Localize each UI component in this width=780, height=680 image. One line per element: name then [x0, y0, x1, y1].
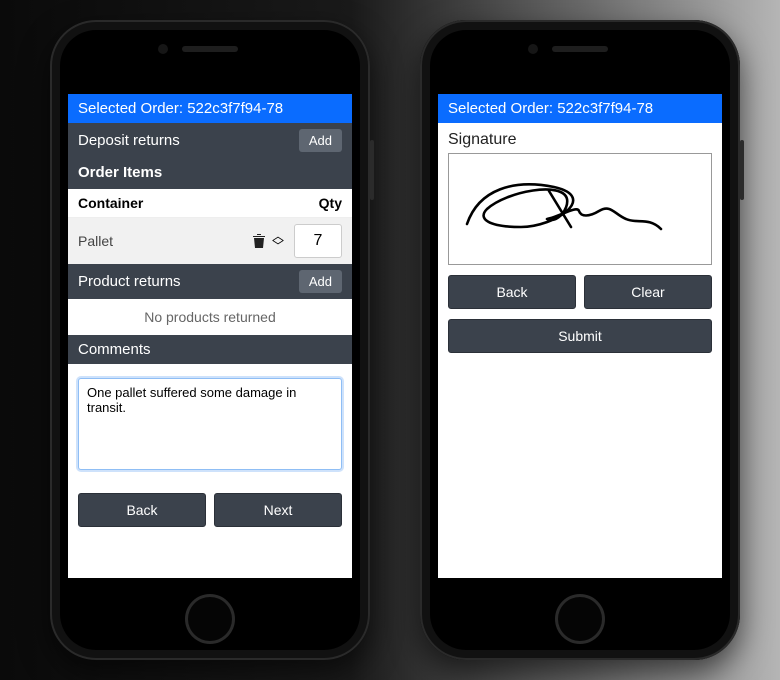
- back-button[interactable]: Back: [448, 275, 576, 309]
- product-returns-empty: No products returned: [68, 299, 352, 335]
- section-product-returns: Product returns Add: [68, 264, 352, 299]
- screen-left: Selected Order: 522c3f7f94-78 Deposit re…: [68, 94, 352, 578]
- column-qty: Qty: [292, 195, 342, 211]
- phone-earpiece: [182, 46, 238, 52]
- section-comments: Comments: [68, 335, 352, 364]
- qty-decrease-icon[interactable]: ﹀: [272, 241, 284, 251]
- signature-stroke: [459, 169, 669, 249]
- phone-camera: [158, 44, 168, 54]
- section-title-deposit-returns: Deposit returns: [78, 132, 180, 149]
- section-title-product-returns: Product returns: [78, 273, 181, 290]
- comments-input[interactable]: [78, 378, 342, 470]
- qty-input[interactable]: 7: [294, 224, 342, 258]
- home-button[interactable]: [555, 594, 605, 644]
- table-row: Pallet ︿ ﹀ 7: [68, 218, 352, 264]
- add-deposit-return-button[interactable]: Add: [299, 129, 342, 152]
- section-deposit-returns: Deposit returns Add: [68, 123, 352, 158]
- phone-earpiece: [552, 46, 608, 52]
- signature-pad[interactable]: [448, 153, 712, 265]
- column-container: Container: [78, 195, 292, 211]
- add-product-return-button[interactable]: Add: [299, 270, 342, 293]
- row-container-name: Pallet: [78, 233, 250, 249]
- trash-icon[interactable]: [250, 233, 268, 249]
- signature-label: Signature: [438, 123, 722, 153]
- submit-button[interactable]: Submit: [448, 319, 712, 353]
- phone-frame-right: Selected Order: 522c3f7f94-78 Signature …: [420, 20, 740, 660]
- back-button[interactable]: Back: [78, 493, 206, 527]
- next-button[interactable]: Next: [214, 493, 342, 527]
- section-order-items: Order Items: [68, 158, 352, 189]
- page-title: Selected Order: 522c3f7f94-78: [438, 94, 722, 123]
- phone-camera: [528, 44, 538, 54]
- phone-frame-left: Selected Order: 522c3f7f94-78 Deposit re…: [50, 20, 370, 660]
- order-items-table-header: Container Qty: [68, 189, 352, 218]
- section-title-order-items: Order Items: [78, 164, 162, 181]
- section-title-comments: Comments: [78, 341, 151, 358]
- home-button[interactable]: [185, 594, 235, 644]
- clear-button[interactable]: Clear: [584, 275, 712, 309]
- screen-right: Selected Order: 522c3f7f94-78 Signature …: [438, 94, 722, 578]
- page-title: Selected Order: 522c3f7f94-78: [68, 94, 352, 123]
